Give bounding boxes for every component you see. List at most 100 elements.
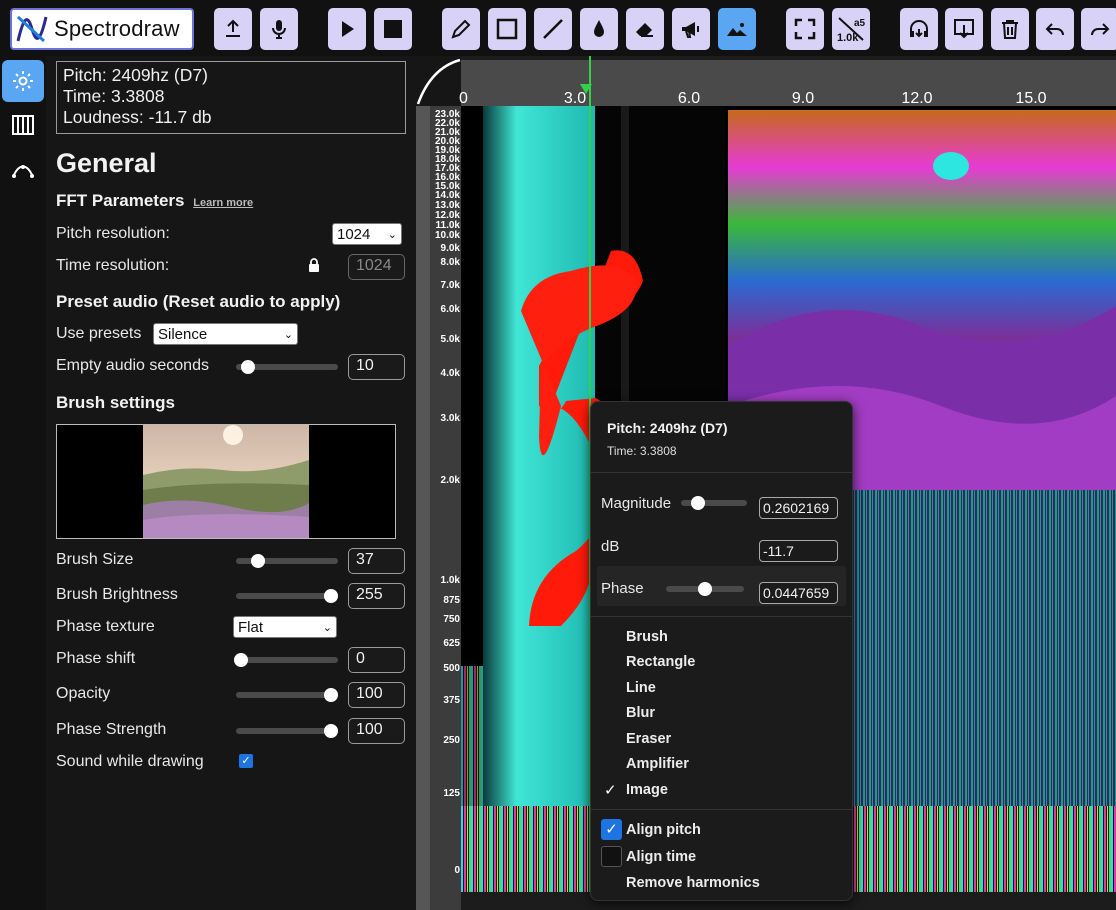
use-presets-select[interactable]: Silence ⌄ [153, 323, 298, 345]
phase-shift-input[interactable]: 0 [348, 647, 405, 673]
phase-strength-slider[interactable] [236, 724, 338, 738]
slider-thumb[interactable] [323, 724, 338, 738]
pitch-resolution-select[interactable]: 1024 ⌄ [332, 223, 402, 245]
sound-while-drawing-checkbox[interactable]: ✓ [239, 754, 253, 768]
frequency-scrollbar[interactable] [416, 106, 430, 910]
frequency-tick-label: 1.0k [440, 575, 460, 586]
curve-tab[interactable] [2, 150, 44, 192]
phase-texture-label: Phase texture [56, 618, 155, 635]
slider-thumb[interactable] [691, 496, 706, 510]
phase-shift-slider[interactable] [234, 653, 338, 667]
divider [591, 616, 852, 617]
piano-icon [12, 115, 34, 135]
undo-button[interactable] [1036, 8, 1074, 50]
brush-tool-button[interactable] [442, 8, 480, 50]
phase-input[interactable]: 0.0447659 [759, 582, 838, 604]
playhead-marker-icon[interactable] [579, 83, 593, 95]
piano-tab[interactable] [2, 104, 44, 146]
frequency-range-button[interactable]: a5 1.0k [832, 8, 870, 50]
redo-button[interactable] [1081, 8, 1116, 50]
opacity-slider[interactable] [236, 688, 338, 702]
frequency-tick-label: 750 [443, 614, 460, 625]
fullscreen-button[interactable] [786, 8, 824, 50]
menu-item-line[interactable]: Line [626, 680, 656, 696]
settings-tab[interactable] [2, 60, 44, 102]
opacity-input[interactable]: 100 [348, 682, 405, 708]
phase-label: Phase [601, 580, 644, 597]
clear-button[interactable] [991, 8, 1029, 50]
phase-texture-value: Flat [238, 618, 264, 636]
slider-thumb[interactable] [234, 653, 249, 667]
timeline-ruler[interactable]: 0 3.0 6.0 9.0 12.0 15.0 [459, 60, 1116, 107]
empty-audio-input[interactable]: 10 [348, 354, 405, 380]
upload-button[interactable] [214, 8, 252, 50]
align-pitch-checkbox[interactable]: ✓ [601, 819, 622, 840]
sound-while-drawing-label: Sound while drawing [56, 753, 204, 770]
eraser-tool-button[interactable] [626, 8, 664, 50]
slider-thumb[interactable] [323, 688, 338, 702]
magnitude-label: Magnitude [601, 495, 672, 512]
slider-thumb[interactable] [241, 360, 256, 374]
slider-thumb[interactable] [251, 554, 266, 568]
brush-image-preview[interactable] [56, 424, 396, 539]
line-tool-button[interactable] [534, 8, 572, 50]
magnitude-slider[interactable] [681, 496, 747, 510]
listen-button[interactable] [900, 8, 938, 50]
align-time-label[interactable]: Align time [626, 849, 696, 865]
info-loudness: Loudness: -11.7 db [63, 107, 212, 127]
stop-icon [384, 20, 402, 38]
image-tool-button[interactable] [718, 8, 756, 50]
lock-icon[interactable] [308, 258, 320, 272]
opacity-label: Opacity [56, 685, 111, 702]
brush-size-slider[interactable] [236, 554, 338, 568]
menu-item-image[interactable]: Image [626, 782, 668, 798]
menu-item-amplifier[interactable]: Amplifier [626, 756, 689, 772]
slider-thumb[interactable] [323, 589, 338, 603]
frequency-tick-label: 500 [443, 663, 460, 674]
download-button[interactable] [945, 8, 983, 50]
phase-strength-input[interactable]: 100 [348, 718, 405, 744]
record-button[interactable] [260, 8, 298, 50]
empty-audio-label: Empty audio seconds [56, 357, 209, 374]
eraser-icon [636, 23, 653, 37]
frequency-tick-label: 2.0k [440, 475, 460, 486]
slider-thumb[interactable] [698, 582, 712, 596]
menu-item-eraser[interactable]: Eraser [626, 731, 671, 747]
info-pitch: Pitch: 2409hz (D7) [63, 65, 208, 85]
time-resolution-input[interactable]: 1024 [348, 254, 405, 280]
chevron-down-icon: ⌄ [387, 228, 397, 241]
brush-brightness-input[interactable]: 255 [348, 583, 405, 609]
align-time-checkbox[interactable] [601, 846, 622, 867]
db-input[interactable]: -11.7 [759, 540, 838, 562]
amplifier-tool-button[interactable] [672, 8, 710, 50]
menu-item-brush[interactable]: Brush [626, 629, 668, 645]
learn-more-link[interactable]: Learn more [193, 197, 253, 209]
curve-preview-icon [416, 58, 461, 105]
cursor-info-box: Pitch: 2409hz (D7) Time: 3.3808 Loudness… [56, 61, 406, 134]
rectangle-tool-button[interactable] [488, 8, 526, 50]
phase-strength-label: Phase Strength [56, 721, 167, 738]
align-pitch-label[interactable]: Align pitch [626, 822, 701, 838]
magnitude-input[interactable]: 0.2602169 [759, 497, 838, 519]
landscape-image [143, 425, 309, 538]
remove-harmonics-item[interactable]: Remove harmonics [626, 875, 760, 891]
frequency-tick-label: 125 [443, 788, 460, 799]
play-button[interactable] [328, 8, 366, 50]
phase-slider[interactable] [666, 582, 744, 596]
cursor-popup: Pitch: 2409hz (D7) Time: 3.3808 Magnitud… [590, 401, 853, 901]
check-icon: ✓ [604, 782, 617, 799]
rectangle-icon [496, 18, 518, 40]
app-logo[interactable]: Spectrodraw [10, 8, 194, 50]
brush-brightness-slider[interactable] [236, 589, 338, 603]
image-icon [727, 23, 747, 36]
phase-texture-select[interactable]: Flat ⌄ [233, 616, 337, 638]
stop-button[interactable] [374, 8, 412, 50]
blur-tool-button[interactable] [580, 8, 618, 50]
menu-item-rectangle[interactable]: Rectangle [626, 654, 695, 670]
upload-icon [226, 19, 240, 37]
brush-size-input[interactable]: 37 [348, 548, 405, 574]
frequency-tick-label: 375 [443, 695, 460, 706]
play-icon [342, 21, 354, 37]
empty-audio-slider[interactable] [236, 360, 338, 374]
menu-item-blur[interactable]: Blur [626, 705, 655, 721]
